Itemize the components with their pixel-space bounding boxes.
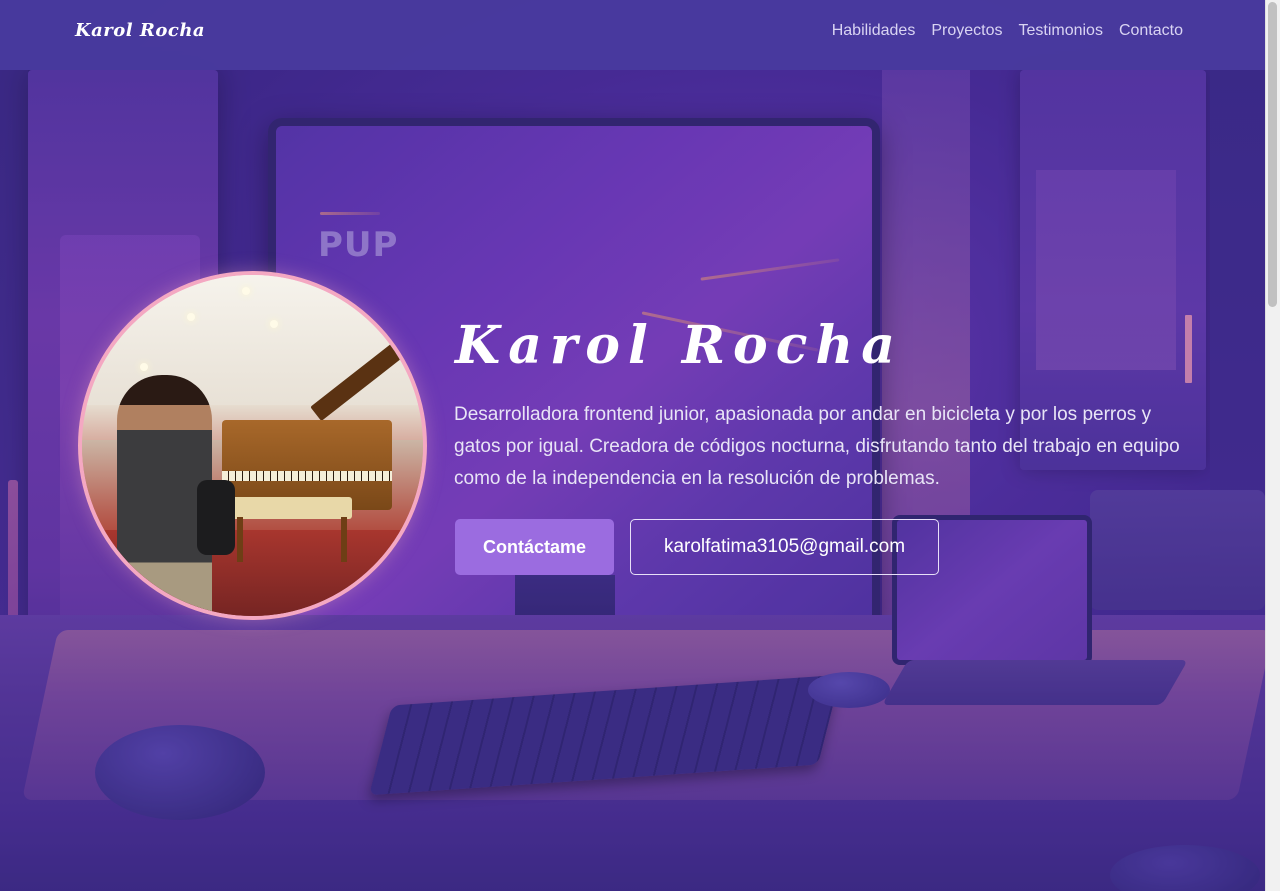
nav-links: Habilidades Proyectos Testimonios Contac…	[832, 22, 1183, 40]
photo-ceiling-light	[242, 287, 250, 295]
nav-link-habilidades[interactable]: Habilidades	[832, 22, 916, 40]
navbar: Karol Rocha Habilidades Proyectos Testim…	[0, 0, 1265, 70]
scrollbar-thumb[interactable]	[1268, 2, 1277, 307]
photo-bench-legs	[237, 517, 347, 562]
brand-logo[interactable]: Karol Rocha	[75, 20, 205, 41]
hero-description: Desarrolladora frontend junior, apasiona…	[454, 404, 1180, 489]
nav-link-testimonios[interactable]: Testimonios	[1018, 22, 1102, 40]
contact-button[interactable]: Contáctame	[455, 519, 614, 575]
photo-ceiling-light	[187, 313, 195, 321]
photo-bag	[197, 480, 235, 555]
nav-link-proyectos[interactable]: Proyectos	[931, 22, 1002, 40]
photo-piano-keys	[222, 471, 392, 481]
email-button[interactable]: karolfatima3105@gmail.com	[630, 519, 939, 575]
hero-title: Karol Rocha	[455, 315, 903, 376]
photo-piano-bench	[232, 497, 352, 519]
photo-ceiling-light	[270, 320, 278, 328]
profile-photo	[78, 271, 427, 620]
photo-ceiling-light	[140, 363, 148, 371]
page-scrollbar[interactable]	[1265, 0, 1280, 891]
nav-link-contacto[interactable]: Contacto	[1119, 22, 1183, 40]
